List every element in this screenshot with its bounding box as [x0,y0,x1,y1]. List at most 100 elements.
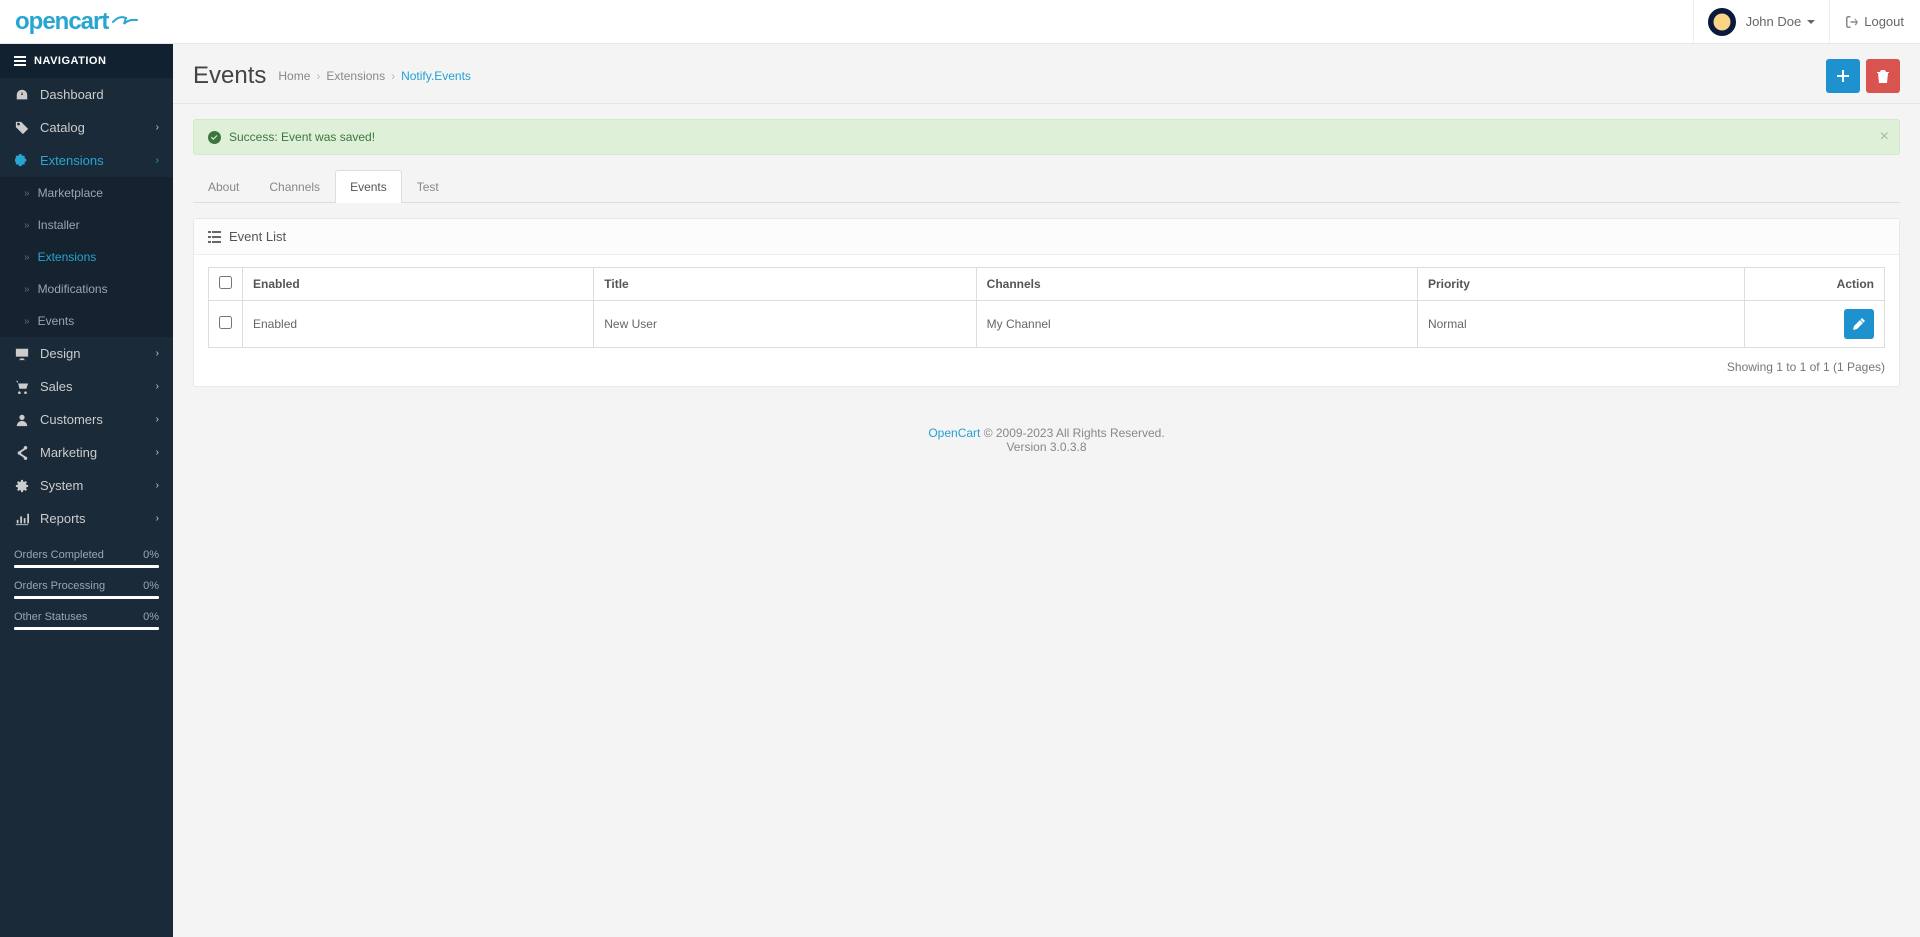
submenu-label: Installer [38,218,80,232]
th-priority[interactable]: Priority [1417,268,1744,301]
container: Success: Event was saved! × About Channe… [173,104,1920,402]
tab-about[interactable]: About [193,170,254,203]
chevron-right-icon: › [156,122,159,133]
share-icon [14,446,30,460]
stat-value: 0% [143,611,159,623]
avatar [1708,8,1736,36]
stat-value: 0% [143,580,159,592]
plus-icon [1837,70,1849,82]
table-row: Enabled New User My Channel Normal [209,301,1885,348]
alert-close[interactable]: × [1880,128,1889,146]
extensions-submenu: »Marketplace » Installer »Extensions » Mod… [0,177,173,337]
panel-heading: Event List [194,219,1899,255]
arrow-icon: » [24,220,30,231]
header-right: John Doe Logout [1693,0,1920,43]
stat-value: 0% [143,549,159,561]
gear-icon [14,479,30,493]
tabs: About Channels Events Test [193,170,1900,203]
logout-button[interactable]: Logout [1829,0,1920,43]
chevron-right-icon: › [156,447,159,458]
brand-logo[interactable]: opencart [0,8,173,36]
breadcrumb-current[interactable]: Notify.Events [401,69,471,83]
td-checkbox [209,301,243,348]
caret-down-icon [1807,20,1815,24]
tab-channels[interactable]: Channels [254,170,335,203]
sidebar-item-label: Reports [40,511,86,526]
sidebar-item-extensions[interactable]: Extensions › [0,144,173,177]
success-alert: Success: Event was saved! × [193,119,1900,155]
delete-button[interactable] [1866,59,1900,93]
events-table: Enabled Title Channels Priority Action E… [208,267,1885,348]
breadcrumb-extensions[interactable]: Extensions [326,69,385,83]
list-icon [208,231,221,243]
sidebar-item-label: Catalog [40,120,85,135]
panel-title: Event List [229,229,286,244]
brand-text: opencart [15,8,108,36]
desktop-icon [14,347,30,361]
trash-icon [1877,70,1889,83]
tab-test[interactable]: Test [402,170,454,203]
sidebar-item-label: Sales [40,379,73,394]
th-enabled[interactable]: Enabled [243,268,594,301]
user-name: John Doe [1746,14,1802,29]
th-channels[interactable]: Channels [976,268,1417,301]
sidebar-item-label: Extensions [40,153,104,168]
sidebar-item-sales[interactable]: Sales › [0,370,173,403]
sidebar-menu: Dashboard Catalog › Extensions › »Market… [0,78,173,535]
sidebar-item-system[interactable]: System › [0,469,173,502]
sidebar-item-marketing[interactable]: Marketing › [0,436,173,469]
breadcrumb-home[interactable]: Home [278,69,310,83]
row-checkbox[interactable] [219,316,232,329]
edit-button[interactable] [1844,309,1874,339]
stat-label: Other Statuses [14,611,87,623]
submenu-item-events[interactable]: »Events [0,305,173,337]
chevron-right-icon: › [156,348,159,359]
footer-link[interactable]: OpenCart [928,426,980,440]
footer-version: Version 3.0.3.8 [173,440,1920,454]
stat-bar [14,565,159,568]
sidebar-item-customers[interactable]: Customers › [0,403,173,436]
chevron-right-icon: › [156,513,159,524]
stat-orders-completed: Orders Completed 0% [14,549,159,568]
alert-message: Success: Event was saved! [229,130,375,144]
sidebar-item-reports[interactable]: Reports › [0,502,173,535]
sidebar-item-label: Design [40,346,80,361]
arrow-icon: » [24,316,30,327]
stat-label: Orders Completed [14,549,104,561]
arrow-icon: » [24,252,30,263]
select-all-checkbox[interactable] [219,276,232,289]
tab-events[interactable]: Events [335,170,402,203]
pencil-icon [1853,318,1865,330]
breadcrumb-sep: › [316,69,320,83]
th-title[interactable]: Title [594,268,976,301]
brand-arrow-icon [112,7,138,33]
submenu-item-installer[interactable]: » Installer [0,209,173,241]
submenu-item-marketplace[interactable]: »Marketplace [0,177,173,209]
chevron-right-icon: › [156,414,159,425]
submenu-item-modifications[interactable]: » Modifications [0,273,173,305]
event-list-panel: Event List Enabled Title Channels Priori… [193,218,1900,387]
puzzle-icon [14,154,30,168]
th-action: Action [1745,268,1885,301]
td-channels: My Channel [976,301,1417,348]
add-button[interactable] [1826,59,1860,93]
chevron-right-icon: › [156,480,159,491]
arrow-icon: » [24,284,30,295]
check-circle-icon [208,131,221,144]
sidebar-item-dashboard[interactable]: Dashboard [0,78,173,111]
main-content: Events Home › Extensions › Notify.Events… [173,0,1920,478]
user-menu[interactable]: John Doe [1693,0,1830,43]
stat-bar [14,627,159,630]
submenu-item-extensions[interactable]: »Extensions [0,241,173,273]
menu-icon [14,56,26,66]
sidebar-item-design[interactable]: Design › [0,337,173,370]
breadcrumb: Home › Extensions › Notify.Events [278,69,471,83]
sidebar-item-catalog[interactable]: Catalog › [0,111,173,144]
submenu-label: Modifications [38,282,108,296]
footer: OpenCart © 2009-2023 All Rights Reserved… [173,402,1920,478]
page-header: Events Home › Extensions › Notify.Events [173,44,1920,104]
chevron-right-icon: › [156,155,159,166]
td-enabled: Enabled [243,301,594,348]
pagination-info: Showing 1 to 1 of 1 (1 Pages) [208,360,1885,374]
top-header: opencart John Doe Logout [0,0,1920,44]
